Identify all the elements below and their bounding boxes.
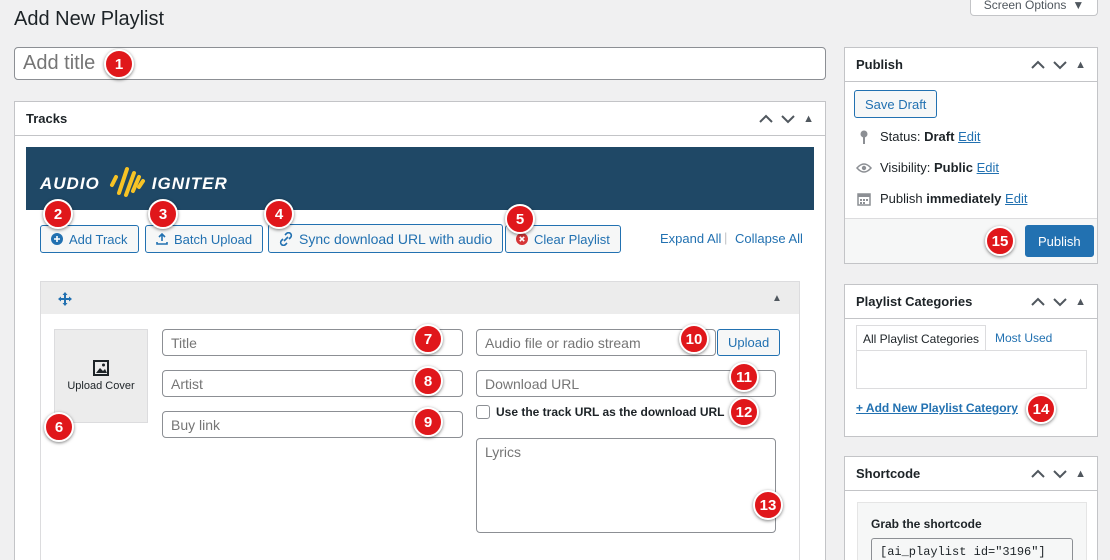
upload-audio-label: Upload bbox=[728, 335, 770, 350]
tracks-box-title: Tracks bbox=[26, 111, 68, 126]
remove-circle-icon bbox=[516, 233, 528, 245]
save-draft-label: Save Draft bbox=[865, 96, 927, 112]
publish-button-label: Publish bbox=[1038, 233, 1081, 249]
screen-options-button[interactable]: Screen Options ▼ bbox=[970, 0, 1098, 16]
toggle-panel-icon[interactable]: ▲ bbox=[1075, 468, 1086, 480]
edit-publish-time-link[interactable]: Edit bbox=[1005, 191, 1027, 206]
annotation-badge-5: 5 bbox=[505, 204, 535, 234]
move-up-icon[interactable] bbox=[1031, 60, 1045, 70]
tab-most-used[interactable]: Most Used bbox=[989, 325, 1058, 351]
toggle-panel-icon[interactable]: ▲ bbox=[803, 113, 814, 125]
annotation-badge-9: 9 bbox=[413, 407, 443, 437]
visibility-value: Public bbox=[933, 160, 973, 175]
link-icon bbox=[279, 231, 293, 246]
brand-right: IGNITER bbox=[151, 174, 228, 193]
status-label: Status: bbox=[880, 129, 921, 144]
pin-icon bbox=[856, 130, 872, 144]
move-up-icon[interactable] bbox=[1031, 469, 1045, 479]
move-down-icon[interactable] bbox=[1053, 469, 1067, 479]
shortcode-box-header: Shortcode ▲ bbox=[845, 457, 1097, 491]
tracks-box-header: Tracks ▲ bbox=[15, 102, 825, 136]
grab-shortcode-label: Grab the shortcode bbox=[871, 517, 982, 531]
annotation-badge-1: 1 bbox=[104, 49, 134, 79]
annotation-badge-15: 15 bbox=[985, 226, 1015, 256]
plus-circle-icon bbox=[51, 233, 63, 245]
drag-move-icon[interactable] bbox=[58, 292, 72, 306]
annotation-badge-10: 10 bbox=[679, 324, 709, 354]
batch-upload-button[interactable]: Batch Upload bbox=[145, 225, 264, 253]
link-separator: | bbox=[724, 230, 728, 245]
move-down-icon[interactable] bbox=[1053, 60, 1067, 70]
categories-list[interactable] bbox=[856, 350, 1087, 389]
image-icon bbox=[93, 360, 109, 376]
upload-audio-button[interactable]: Upload bbox=[717, 329, 781, 356]
collapse-all-link[interactable]: Collapse All bbox=[735, 231, 803, 246]
annotation-badge-12: 12 bbox=[729, 397, 759, 427]
sync-download-button[interactable]: Sync download URL with audio bbox=[268, 224, 504, 253]
save-draft-button[interactable]: Save Draft bbox=[854, 90, 938, 118]
publish-box-header: Publish ▲ bbox=[845, 48, 1097, 82]
edit-status-link[interactable]: Edit bbox=[958, 129, 980, 144]
tab-all-categories[interactable]: All Playlist Categories bbox=[856, 325, 987, 351]
collapse-track-icon[interactable]: ▲ bbox=[772, 293, 782, 304]
categories-box-title: Playlist Categories bbox=[856, 294, 973, 309]
use-track-url-checkbox[interactable] bbox=[476, 405, 490, 419]
flame-logo-icon bbox=[109, 167, 145, 197]
batch-upload-label: Batch Upload bbox=[174, 231, 253, 247]
expand-all-link[interactable]: Expand All bbox=[660, 231, 721, 246]
shortcode-field[interactable]: [ai_playlist id="3196"] bbox=[871, 538, 1073, 560]
visibility-label: Visibility: bbox=[880, 160, 931, 175]
shortcode-box-title: Shortcode bbox=[856, 466, 921, 481]
move-up-icon[interactable] bbox=[759, 114, 773, 124]
audio-igniter-logo: AUDIO IGNITER bbox=[40, 167, 228, 199]
title-input[interactable] bbox=[14, 47, 826, 80]
upload-cover-label: Upload Cover bbox=[67, 380, 135, 392]
annotation-badge-4: 4 bbox=[264, 199, 294, 229]
publish-button[interactable]: Publish bbox=[1025, 225, 1094, 257]
toggle-panel-icon[interactable]: ▲ bbox=[1075, 296, 1086, 308]
upload-cover-button[interactable]: Upload Cover bbox=[54, 329, 148, 423]
upload-icon bbox=[156, 233, 168, 245]
visibility-row: Visibility: Public Edit bbox=[856, 160, 999, 175]
screen-options-label: Screen Options bbox=[983, 0, 1067, 12]
clear-playlist-label: Clear Playlist bbox=[534, 231, 610, 247]
status-row: Status: Draft Edit bbox=[856, 129, 980, 144]
audio-igniter-banner: AUDIO IGNITER bbox=[26, 147, 814, 210]
publish-time-row: Publish immediately Edit bbox=[856, 191, 1027, 206]
add-track-button[interactable]: Add Track bbox=[40, 225, 139, 253]
sync-download-label: Sync download URL with audio bbox=[299, 230, 493, 247]
annotation-badge-6: 6 bbox=[44, 412, 74, 442]
use-track-url-label: Use the track URL as the download URL bbox=[496, 405, 725, 419]
edit-visibility-link[interactable]: Edit bbox=[977, 160, 999, 175]
page-title: Add New Playlist bbox=[14, 8, 165, 30]
move-up-icon[interactable] bbox=[1031, 297, 1045, 307]
move-down-icon[interactable] bbox=[781, 114, 795, 124]
publish-label: Publish bbox=[880, 191, 923, 206]
annotation-badge-14: 14 bbox=[1026, 394, 1056, 424]
status-value: Draft bbox=[924, 129, 955, 144]
add-track-label: Add Track bbox=[69, 231, 128, 247]
annotation-badge-2: 2 bbox=[43, 199, 73, 229]
annotation-badge-8: 8 bbox=[413, 366, 443, 396]
annotation-badge-3: 3 bbox=[148, 199, 178, 229]
toggle-panel-icon[interactable]: ▲ bbox=[1075, 59, 1086, 71]
use-track-url-option[interactable]: Use the track URL as the download URL bbox=[476, 405, 725, 419]
annotation-badge-7: 7 bbox=[413, 324, 443, 354]
publish-value: immediately bbox=[926, 191, 1002, 206]
categories-box-header: Playlist Categories ▲ bbox=[845, 285, 1097, 319]
track-item-header[interactable]: ▲ bbox=[40, 281, 800, 315]
annotation-badge-11: 11 bbox=[729, 362, 759, 392]
add-new-category-link[interactable]: + Add New Playlist Category bbox=[856, 401, 1018, 415]
move-down-icon[interactable] bbox=[1053, 297, 1067, 307]
annotation-badge-13: 13 bbox=[753, 490, 783, 520]
brand-left: AUDIO bbox=[40, 174, 100, 193]
eye-icon bbox=[856, 162, 872, 173]
publish-box-title: Publish bbox=[856, 57, 903, 72]
lyrics-textarea[interactable] bbox=[476, 438, 776, 533]
caret-down-icon: ▼ bbox=[1072, 0, 1085, 12]
calendar-icon bbox=[856, 192, 872, 206]
